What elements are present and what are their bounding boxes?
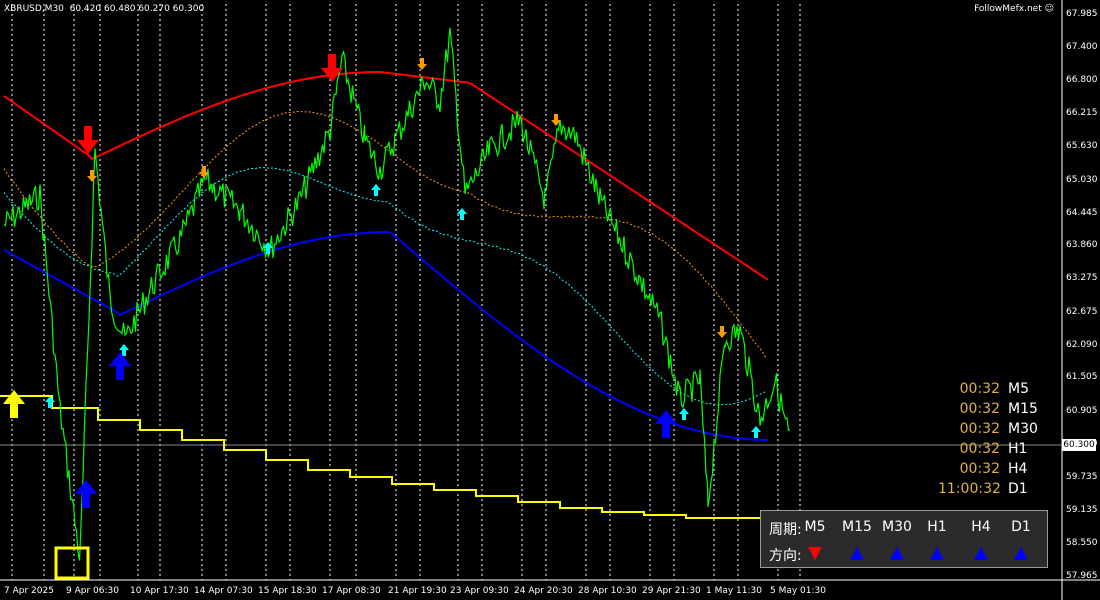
price-tick-label: 67.985 [1066,9,1098,19]
time-tick-label: 28 Apr 10:30 [578,586,637,596]
price-tick-label: 66.215 [1066,108,1098,119]
small-down-arrow-icon [717,326,727,338]
timer-row: 00:32 H4 [958,461,1028,477]
big-up-arrow-icon [3,390,25,418]
price-tick-label: 67.400 [1066,41,1098,52]
time-tick-label: 14 Apr 07:30 [194,586,253,596]
timer-countdown: 11:00:32 [938,481,1001,497]
big-up-arrow-icon [109,352,131,380]
timer-row: 11:00:32 D1 [938,481,1028,497]
panel-timeframe-h1: H1 [927,519,947,535]
price-tick-label: 64.445 [1066,207,1098,218]
price-tick-label: 58.550 [1066,538,1098,549]
time-tick-label: 23 Apr 09:30 [450,586,509,596]
big-up-arrow-icon [75,480,97,508]
small-down-arrow-icon [417,58,427,70]
panel-timeframe-m15: M15 [842,519,872,535]
brand-label: FollowMefx.net ☺ [974,4,1054,14]
smiley-icon: ☺ [1044,4,1054,14]
timer-countdown: 00:32 [959,421,1000,437]
price-tick-label: 63.860 [1066,240,1098,251]
timer-timeframe: D1 [1008,481,1028,497]
price-tick-label: 65.630 [1066,141,1098,152]
timer-row: 00:32 M15 [958,401,1038,417]
panel-timeframe-d1: D1 [1011,519,1031,535]
timer-countdown: 00:32 [959,381,1000,397]
small-down-arrow-icon [87,170,97,182]
time-tick-label: 21 Apr 19:30 [388,586,447,596]
time-tick-label: 7 Apr 2025 [4,586,54,596]
price-line [3,27,791,561]
price-tick-label: 57.965 [1066,571,1098,581]
timer-timeframe: H1 [1008,441,1028,457]
panel-direction-h1 [919,547,955,564]
small-up-arrow-icon [371,184,381,196]
timer-timeframe: H4 [1008,461,1028,477]
price-tick-label: 65.030 [1066,174,1098,185]
small-up-arrow-icon [45,396,55,408]
timer-countdown: 00:32 [959,401,1000,417]
time-tick-label: 1 May 11:30 [706,586,762,596]
panel-timeframe-m5: M5 [804,519,826,535]
panel-direction-d1 [1003,547,1039,564]
panel-timeframe-h4: H4 [971,519,991,535]
panel-direction-m5 [797,547,833,564]
timer-row: 00:32 M30 [958,421,1038,437]
upper-band-line [3,70,769,281]
time-tick-label: 24 Apr 20:30 [514,586,573,596]
timer-row: 00:32 H1 [958,441,1028,457]
panel-timeframe-m30: M30 [882,519,912,535]
trend-direction-panel: 周期: 方向: M5 M15 M30 H1 H4 D1 [760,510,1048,568]
trend-up-icon [974,547,988,560]
channel-line-upper [3,110,767,358]
low-marker-box [54,546,90,580]
price-tick-label: 66.800 [1066,75,1098,86]
price-tick-label: 62.090 [1066,339,1098,350]
panel-direction-h4 [963,547,999,564]
price-tick-label: 60.905 [1066,406,1098,417]
time-tick-label: 9 Apr 06:30 [66,586,119,596]
timer-row: 00:32 M5 [958,381,1029,397]
price-tick-label: 59.135 [1066,505,1098,516]
trend-up-icon [890,547,904,560]
mid-line [3,231,769,441]
time-tick-label: 15 Apr 18:30 [258,586,317,596]
small-up-arrow-icon [679,408,689,420]
trend-up-icon [1014,547,1028,560]
timer-timeframe: M15 [1008,401,1038,417]
small-up-arrow-icon [751,426,761,438]
price-tick-label: 62.675 [1066,306,1098,317]
price-tick-label: 63.275 [1066,273,1098,284]
symbol-info: XBRUSD,M30 60.420 60.480 60.270 60.300 [4,4,205,14]
timer-countdown: 00:32 [959,461,1000,477]
big-down-arrow-icon [321,54,343,82]
price-tick-label: 59.735 [1066,471,1098,482]
time-tick-label: 29 Apr 21:30 [642,586,701,596]
time-tick-label: 17 Apr 08:30 [322,586,381,596]
price-tick-label: 61.505 [1066,372,1098,383]
panel-direction-m15 [839,547,875,564]
trend-down-icon [808,547,822,560]
timer-countdown: 00:32 [959,441,1000,457]
time-tick-label: 5 May 01:30 [770,586,826,596]
time-tick-label: 10 Apr 17:30 [130,586,189,596]
current-price-tag: 60.300 [1062,439,1096,451]
timer-timeframe: M5 [1008,381,1029,397]
trend-up-icon [850,547,864,560]
panel-direction-m30 [879,547,915,564]
timer-timeframe: M30 [1008,421,1038,437]
trading-chart-window[interactable]: XBRUSD,M30 60.420 60.480 60.270 60.300 F… [0,0,1100,600]
trend-up-icon [930,547,944,560]
